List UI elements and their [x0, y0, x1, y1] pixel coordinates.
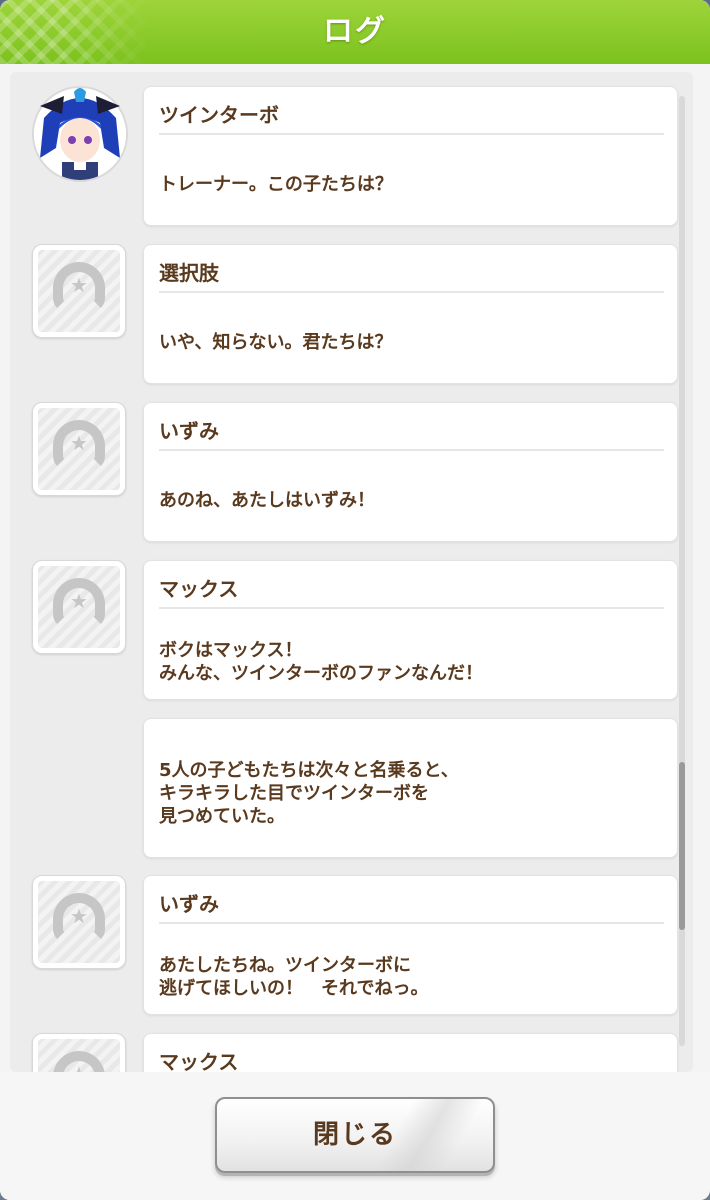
star-icon: ★ [68, 1063, 90, 1072]
divider [159, 449, 664, 451]
message-text: ボクはマックス！ みんな、ツインターボのファンなんだ！ [159, 640, 483, 684]
log-entry: ★ マックス ボクはマックス！ みんな、ツインターボのファンなんだ！ [10, 560, 680, 702]
placeholder-avatar: ★ [32, 560, 126, 654]
log-entry: ツインターボ トレーナー。この子たちは？ [10, 86, 680, 228]
log-entry: ★ 選択肢 いや、知らない。君たちは？ [10, 244, 680, 386]
narration-text: 5人の子どもたちは次々と名乗ると、 キラキラした目でツインターボを 見つめていた… [159, 760, 459, 827]
speaker-name: 選択肢 [159, 261, 219, 285]
message-card: ツインターボ トレーナー。この子たちは？ [143, 86, 678, 226]
log-entry: ★ いずみ あたしたちね。ツインターボに 逃げてほしいの！ それでねっ。 [10, 875, 680, 1017]
log-entry: ★ いずみ あのね、あたしはいずみ！ [10, 402, 680, 544]
divider [159, 922, 664, 924]
message-text: あのね、あたしはいずみ！ [159, 490, 375, 511]
placeholder-avatar: ★ [32, 402, 126, 496]
divider [159, 291, 664, 293]
dialog-header: ログ [0, 0, 710, 64]
message-card: マックス ボクはマックス！ みんな、ツインターボのファンなんだ！ [143, 560, 678, 700]
scrollbar-thumb[interactable] [679, 762, 685, 930]
message-card: 選択肢 いや、知らない。君たちは？ [143, 244, 678, 384]
message-card: いずみ あたしたちね。ツインターボに 逃げてほしいの！ それでねっ。 [143, 875, 678, 1015]
speaker-name: マックス [159, 577, 239, 601]
placeholder-avatar: ★ [32, 875, 126, 969]
log-dialog: ログ ツインターボ トレーナー。この子たちは？ ★ 選択肢 いや、知らない。君た… [0, 0, 710, 1200]
message-card: いずみ あのね、あたしはいずみ！ [143, 402, 678, 542]
dialog-title: ログ [323, 14, 387, 49]
log-entry-narration: 5人の子どもたちは次々と名乗ると、 キラキラした目でツインターボを 見つめていた… [10, 718, 680, 860]
message-text: あたしたちね。ツインターボに 逃げてほしいの！ それでねっ。 [159, 955, 429, 999]
placeholder-avatar: ★ [32, 244, 126, 338]
placeholder-avatar: ★ [32, 1033, 126, 1072]
close-button[interactable]: 閉じる [215, 1097, 495, 1173]
speaker-name: ツインターボ [159, 103, 279, 127]
star-icon: ★ [70, 589, 88, 613]
star-icon: ★ [70, 904, 88, 928]
message-text: いや、知らない。君たちは？ [159, 332, 393, 353]
close-button-label: 閉じる [312, 1120, 397, 1150]
log-scroll-area[interactable]: ツインターボ トレーナー。この子たちは？ ★ 選択肢 いや、知らない。君たちは？ [10, 72, 693, 1072]
character-avatar [32, 86, 128, 182]
star-icon: ★ [70, 273, 88, 297]
message-text: トレーナー。この子たちは？ [159, 174, 393, 195]
speaker-name: マックス [159, 1050, 239, 1072]
log-entry: ★ マックス [10, 1033, 680, 1072]
divider [159, 133, 664, 135]
speaker-name: いずみ [159, 419, 219, 443]
speaker-name: いずみ [159, 892, 219, 916]
divider [159, 607, 664, 609]
narration-card: 5人の子どもたちは次々と名乗ると、 キラキラした目でツインターボを 見つめていた… [143, 718, 678, 858]
star-icon: ★ [70, 431, 88, 455]
message-card: マックス [143, 1033, 678, 1072]
